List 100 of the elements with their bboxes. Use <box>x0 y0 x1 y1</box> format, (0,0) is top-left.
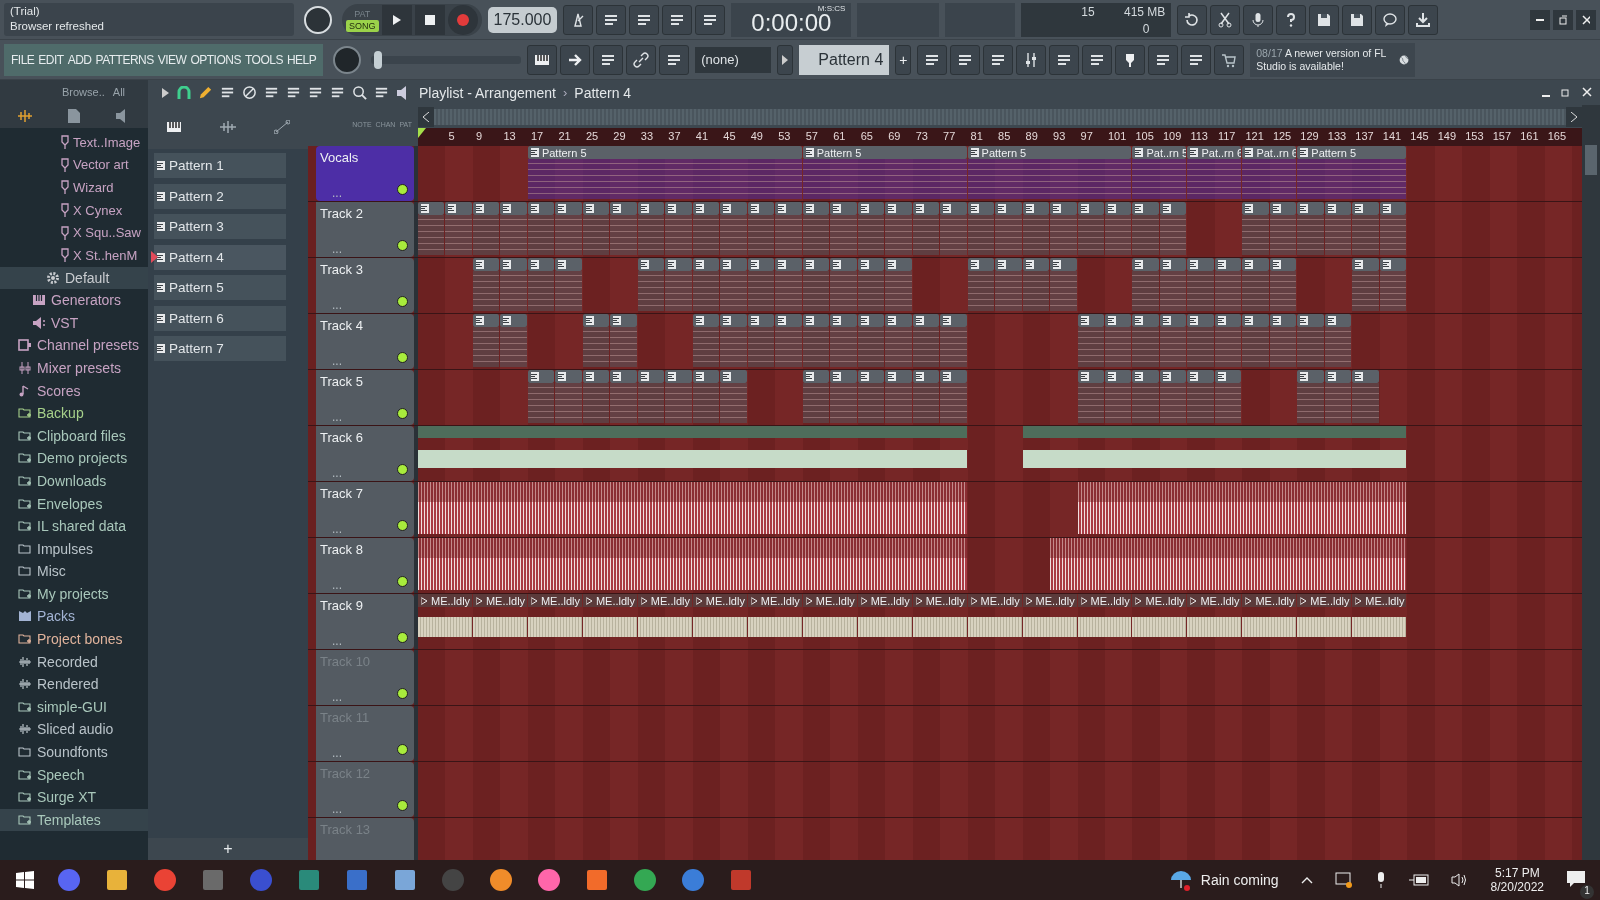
browser-item[interactable]: VST <box>0 311 148 335</box>
track-menu[interactable]: ... <box>332 411 342 423</box>
pattern-item[interactable]: Pattern 4 <box>154 244 286 270</box>
browser-item[interactable]: Project bones <box>0 627 148 651</box>
pattern-selector[interactable]: Pattern 4 <box>799 44 890 75</box>
browser-item[interactable]: Misc <box>0 560 148 583</box>
browser-item[interactable]: My projects <box>0 582 148 606</box>
browser-item[interactable]: Sliced audio <box>0 718 148 741</box>
browser-item[interactable]: X Squ..Saw <box>0 221 148 244</box>
track-menu[interactable]: ... <box>332 635 342 647</box>
browser-item[interactable]: Recorded <box>0 650 148 673</box>
weather-text[interactable]: Rain coming <box>1200 872 1279 888</box>
browser-item[interactable]: Default <box>0 266 148 290</box>
browser-item[interactable]: Downloads <box>0 469 148 493</box>
audio-clip[interactable]: ME..ldly <box>1297 594 1352 648</box>
clock-time[interactable]: 5:17 PM <box>1494 866 1540 880</box>
audio-clip[interactable]: ME..ldly <box>1242 594 1297 648</box>
pattern-item[interactable]: Pattern 5 <box>154 275 286 300</box>
audio-clip[interactable]: ME..ldly <box>582 594 637 648</box>
browser-item[interactable]: Scores <box>0 379 148 402</box>
browser-item[interactable]: Impulses <box>0 537 148 560</box>
pattern-item[interactable]: Pattern 3 <box>154 214 286 239</box>
browser-item[interactable]: Channel presets <box>0 334 148 357</box>
track-header[interactable]: Track 2 ... <box>316 202 414 257</box>
audio-clip[interactable]: ME..ldly <box>802 594 857 648</box>
track-menu[interactable]: ... <box>332 691 342 703</box>
browser-item[interactable]: Envelopes <box>0 492 148 515</box>
audio-clip[interactable]: ME..ldly <box>527 594 582 648</box>
browser-item[interactable]: Surge XT <box>0 785 148 809</box>
browser-item-label: simple-GUI <box>37 698 107 715</box>
track-menu[interactable]: ... <box>332 355 342 367</box>
browser-item[interactable]: Rendered <box>0 672 148 696</box>
menu-item[interactable]: OPTIONS <box>188 52 243 67</box>
track-menu[interactable]: ... <box>332 803 342 815</box>
browser-item[interactable]: Soundfonts <box>0 740 148 764</box>
audio-clip[interactable]: ME..ldly <box>967 594 1022 648</box>
menu-item[interactable]: FILE <box>9 52 37 67</box>
menu-item[interactable]: HELP <box>284 52 319 67</box>
audio-clip[interactable]: ME..ldly <box>692 594 747 648</box>
browser-item[interactable]: Demo projects <box>0 447 148 470</box>
browser-search-label[interactable]: Browse.. <box>62 86 105 98</box>
audio-clip[interactable]: ME..ldly <box>1022 594 1077 648</box>
browser-item[interactable]: Backup <box>0 401 148 425</box>
track-header[interactable]: Track 9 ... <box>316 594 414 649</box>
clock-date[interactable]: 8/20/2022 <box>1490 880 1544 894</box>
pattern-item[interactable]: Pattern 1 <box>154 153 286 178</box>
browser-item[interactable]: IL shared data <box>0 514 148 538</box>
add-button[interactable]: + <box>148 838 308 860</box>
browser-item[interactable]: Generators <box>0 289 148 312</box>
audio-clip[interactable]: ME..ldly <box>747 594 802 648</box>
browser-item[interactable]: Templates <box>0 808 148 832</box>
browser-item[interactable]: Text..Image <box>0 131 148 154</box>
track-name: Track 8 <box>320 542 363 557</box>
track-header[interactable]: Track 5 ... <box>316 370 414 425</box>
track-menu[interactable]: ... <box>332 523 342 535</box>
track-menu[interactable]: ... <box>332 243 342 255</box>
menu-item[interactable]: PATTERNS <box>93 52 156 67</box>
menu-item[interactable]: ADD <box>65 52 94 67</box>
add-pattern-button[interactable]: + <box>895 44 912 75</box>
audio-clip[interactable]: ME..ldly <box>912 594 967 648</box>
track-header[interactable]: Track 8 ... <box>316 538 414 593</box>
track-header[interactable]: Track 3 ... <box>316 258 414 313</box>
pattern-item[interactable]: Pattern 2 <box>154 183 286 209</box>
snap-dropdown[interactable]: (none) <box>695 46 772 73</box>
track-menu[interactable]: ... <box>332 579 342 591</box>
track-header[interactable]: Track 4 ... <box>316 314 414 369</box>
track-menu[interactable]: ... <box>332 299 342 311</box>
mode-toggle[interactable]: SONG <box>346 19 379 32</box>
news-panel[interactable]: 08/17 A newer version of FL Studio is available! <box>1250 42 1416 77</box>
track-header[interactable]: Vocals ... <box>316 146 414 201</box>
playlist-pattern[interactable]: Pattern 4 <box>574 84 632 101</box>
audio-clip[interactable]: ME..ldly <box>418 594 472 648</box>
audio-clip[interactable]: ME..ldly <box>1132 594 1187 648</box>
audio-clip[interactable]: ME..ldly <box>1352 594 1407 648</box>
track-menu[interactable]: ... <box>332 747 342 759</box>
browser-item[interactable]: Wizard <box>0 176 148 199</box>
audio-clip[interactable]: ME..ldly <box>857 594 912 648</box>
audio-clip[interactable]: ME..ldly <box>637 594 692 648</box>
menu-item[interactable]: EDIT <box>36 52 66 67</box>
browser-item[interactable]: Mixer presets <box>0 356 148 380</box>
browser-item[interactable]: Packs <box>0 605 148 628</box>
track-menu[interactable]: ... <box>332 187 342 199</box>
pattern-item[interactable]: Pattern 6 <box>154 305 286 331</box>
track-header[interactable]: Track 6 ... <box>316 426 414 481</box>
track-header[interactable]: Track 7 ... <box>316 482 414 537</box>
browser-item[interactable]: Vector art <box>0 153 148 177</box>
browser-item[interactable]: X Cynex <box>0 198 148 222</box>
menu-item[interactable]: VIEW <box>155 52 189 67</box>
audio-clip[interactable]: ME..ldly <box>1077 594 1132 648</box>
track-menu[interactable]: ... <box>332 467 342 479</box>
audio-clip[interactable]: ME..ldly <box>1187 594 1242 648</box>
browser-item[interactable]: simple-GUI <box>0 695 148 719</box>
browser-item[interactable]: X St..henM <box>0 243 148 267</box>
tempo-field[interactable]: 175.000 <box>487 6 558 33</box>
pattern-item[interactable]: Pattern 7 <box>154 336 286 361</box>
browser-filter[interactable]: All <box>112 86 126 98</box>
menu-item[interactable]: TOOLS <box>242 52 285 67</box>
audio-clip[interactable]: ME..ldly <box>472 594 527 648</box>
browser-item[interactable]: Speech <box>0 763 148 786</box>
browser-item[interactable]: Clipboard files <box>0 424 148 448</box>
